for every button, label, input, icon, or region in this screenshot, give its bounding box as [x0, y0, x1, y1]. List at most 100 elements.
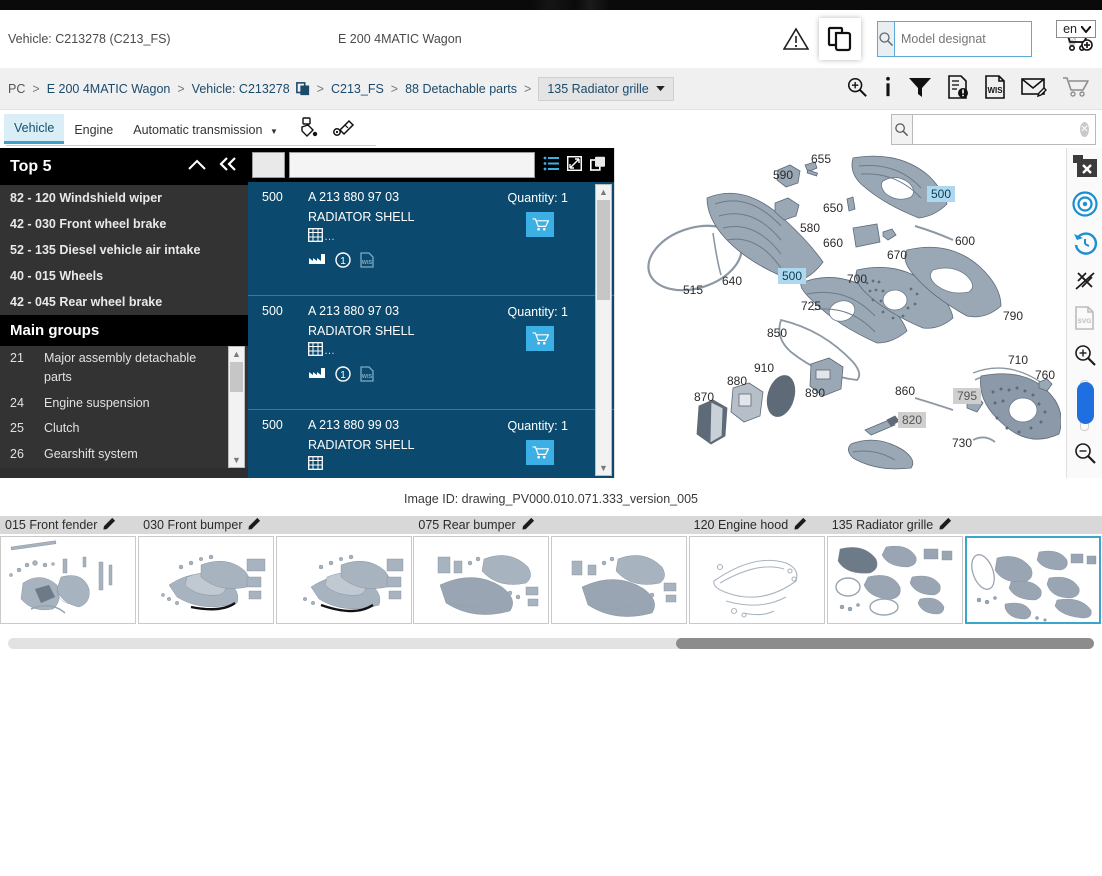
equipment-code-icon[interactable] [332, 117, 356, 142]
grid-table-icon[interactable] [308, 228, 323, 245]
scroll-up-arrow-icon[interactable]: ▲ [232, 347, 241, 361]
thumbnail-item[interactable] [551, 536, 688, 624]
zoom-slider-thumb[interactable] [1077, 382, 1094, 424]
thumbnail-group-header[interactable]: 015 Front fender [0, 516, 139, 534]
copy-documents-button[interactable] [819, 18, 861, 60]
drawing-callout-760[interactable]: 760 [1035, 368, 1055, 382]
wis-document-icon[interactable]: WIS [360, 252, 374, 271]
add-to-cart-button[interactable] [526, 212, 554, 237]
drawing-callout-910[interactable]: 910 [754, 361, 774, 375]
drawing-callout-870[interactable]: 870 [694, 390, 714, 404]
drawing-callout-590[interactable]: 590 [773, 168, 793, 182]
thumbnail-item[interactable] [826, 536, 963, 624]
target-icon[interactable] [1071, 191, 1098, 217]
parts-search-box[interactable]: ✕ [891, 114, 1096, 145]
drawing-callout-655[interactable]: 655 [811, 152, 831, 166]
wis-document-icon[interactable]: WIS [984, 75, 1006, 102]
paint-code-icon[interactable] [298, 116, 320, 142]
thumbnail-item[interactable] [688, 536, 825, 624]
language-selector[interactable]: en [1056, 20, 1096, 38]
top5-item-3[interactable]: 40 - 015 Wheels [0, 263, 248, 289]
main-group-row-21[interactable]: 21 Major assembly detachable parts [0, 346, 248, 391]
drawing-callout-500-upper[interactable]: 500 [927, 186, 956, 202]
drawing-callout-790[interactable]: 790 [1003, 309, 1023, 323]
top5-item-4[interactable]: 42 - 045 Rear wheel brake [0, 289, 248, 315]
collapse-left-icon[interactable] [218, 157, 238, 176]
zoom-in-icon[interactable] [1073, 343, 1097, 367]
drawing-callout-730[interactable]: 730 [952, 436, 972, 450]
scroll-down-arrow-icon[interactable]: ▼ [599, 461, 608, 475]
svg-export-icon[interactable]: SVG [1074, 306, 1096, 330]
collapse-up-icon[interactable] [188, 158, 206, 176]
thumbnail-item[interactable] [138, 536, 275, 624]
tab-automatic-transmission[interactable]: Automatic transmission ▼ [123, 116, 288, 143]
drawing-callout-500-lower[interactable]: 500 [778, 268, 807, 284]
scroll-up-arrow-icon[interactable]: ▲ [599, 185, 608, 199]
filter-icon[interactable] [908, 76, 932, 101]
drawing-callout-700[interactable]: 700 [847, 272, 867, 286]
cart-icon[interactable] [1062, 76, 1090, 101]
thumbnail-item-selected[interactable] [964, 536, 1101, 624]
breadcrumb-item-model[interactable]: E 200 4MATIC Wagon [47, 82, 171, 96]
part-row[interactable]: 500 A 213 880 97 03 RADIATOR SHELL … 1 W… [248, 182, 614, 296]
scrollbar-thumb[interactable] [230, 362, 243, 392]
copy-icon[interactable] [295, 81, 310, 96]
top5-item-1[interactable]: 42 - 030 Front wheel brake [0, 211, 248, 237]
drawing-callout-515[interactable]: 515 [683, 283, 703, 297]
expand-icon[interactable] [566, 155, 583, 174]
top5-item-0[interactable]: 82 - 120 Windshield wiper [0, 185, 248, 211]
thumbnail-group-header[interactable]: 030 Front bumper [138, 516, 414, 534]
drawing-callout-670[interactable]: 670 [887, 248, 907, 262]
thumbnail-item[interactable] [276, 536, 413, 624]
drawing-callout-580[interactable]: 580 [800, 221, 820, 235]
drawing-callout-795[interactable]: 795 [953, 388, 982, 404]
parts-search-input[interactable] [912, 115, 1080, 144]
drawing-callout-725[interactable]: 725 [801, 299, 821, 313]
drawing-callout-660[interactable]: 660 [823, 236, 843, 250]
part-row[interactable]: 500 A 213 880 99 03 RADIATOR SHELL Quant… [248, 410, 614, 478]
scroll-down-arrow-icon[interactable]: ▼ [232, 453, 241, 467]
add-to-cart-button[interactable] [526, 440, 554, 465]
parts-filter-number-field[interactable] [252, 152, 285, 178]
close-icon[interactable] [1072, 154, 1098, 178]
history-undo-icon[interactable] [1072, 230, 1098, 256]
edit-pencil-icon[interactable] [248, 517, 261, 533]
drawing-callout-650[interactable]: 650 [823, 201, 843, 215]
horizontal-scrollbar[interactable] [8, 638, 1094, 649]
tab-engine[interactable]: Engine [64, 116, 123, 143]
main-group-row-26[interactable]: 26 Gearshift system [0, 442, 248, 467]
search-icon[interactable] [878, 22, 895, 56]
main-group-row-24[interactable]: 24 Engine suspension [0, 391, 248, 416]
drawing-callout-860[interactable]: 860 [895, 384, 915, 398]
clear-icon[interactable]: ✕ [1079, 122, 1089, 137]
edit-pencil-icon[interactable] [939, 517, 952, 533]
drawing-callout-640[interactable]: 640 [722, 274, 742, 288]
mail-edit-icon[interactable] [1021, 76, 1047, 101]
duplicate-icon[interactable] [590, 156, 607, 175]
factory-icon[interactable] [308, 253, 326, 270]
edit-pencil-icon[interactable] [794, 517, 807, 533]
drawing-callout-600[interactable]: 600 [955, 234, 975, 248]
tab-vehicle[interactable]: Vehicle [4, 114, 65, 144]
thumbnail-group-header[interactable]: 135 Radiator grille [826, 516, 1102, 534]
breadcrumb-item-chassis[interactable]: C213_FS [331, 82, 384, 96]
info-icon[interactable] [883, 76, 893, 101]
search-input[interactable] [895, 22, 1068, 56]
list-view-icon[interactable] [543, 156, 559, 174]
wis-document-icon[interactable]: WIS [360, 366, 374, 385]
warning-triangle-icon[interactable] [783, 27, 809, 51]
thumbnail-item[interactable] [0, 536, 136, 624]
document-alert-icon[interactable] [947, 75, 969, 102]
factory-icon[interactable] [308, 367, 326, 384]
grid-table-icon[interactable] [308, 456, 323, 473]
horizontal-scrollbar-thumb[interactable] [675, 638, 1094, 649]
top5-item-2[interactable]: 52 - 135 Diesel vehicle air intake [0, 237, 248, 263]
search-icon[interactable] [892, 115, 913, 144]
edit-pencil-icon[interactable] [103, 517, 116, 533]
unpin-icon[interactable] [1072, 269, 1098, 293]
drawing-callout-850[interactable]: 850 [767, 326, 787, 340]
scrollbar-thumb[interactable] [597, 200, 610, 300]
zoom-out-icon[interactable] [1073, 441, 1097, 465]
drawing-callout-880[interactable]: 880 [727, 374, 747, 388]
part-row[interactable]: 500 A 213 880 97 03 RADIATOR SHELL … 1 W… [248, 296, 614, 410]
